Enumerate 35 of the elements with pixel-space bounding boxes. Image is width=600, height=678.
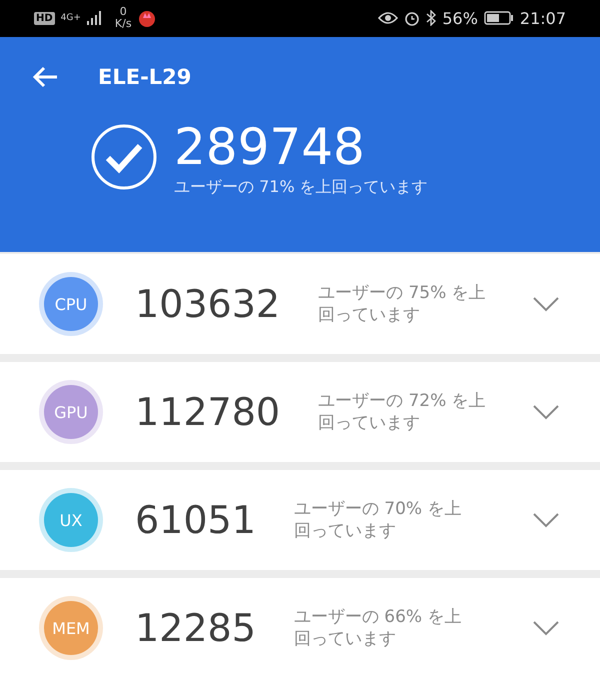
- speed-value: 0: [120, 6, 127, 18]
- category-badge: GPU: [44, 385, 98, 439]
- category-badge: MEM: [44, 601, 98, 655]
- eye-icon: [378, 11, 398, 26]
- hd-indicator: HD: [34, 12, 55, 25]
- chevron-down-icon[interactable]: [532, 512, 560, 528]
- speed-unit: K/s: [114, 18, 132, 30]
- chevron-down-icon[interactable]: [532, 620, 560, 636]
- rank-text: ユーザーの 70% を上回っています: [294, 498, 462, 542]
- result-row[interactable]: CPU 103632 ユーザーの 75% を上回っています: [0, 254, 600, 354]
- rank-text: ユーザーの 72% を上回っています: [318, 390, 487, 434]
- total-rank-text: ユーザーの 71% を上回っています: [174, 176, 428, 198]
- signal-icon: [86, 11, 103, 26]
- category-score: 61051: [135, 498, 256, 542]
- chevron-down-icon[interactable]: [532, 404, 560, 420]
- category-score: 112780: [135, 390, 280, 434]
- total-score: 289748: [174, 116, 366, 177]
- category-score: 103632: [135, 282, 280, 326]
- bluetooth-icon: [426, 10, 436, 26]
- category-score: 12285: [135, 606, 256, 650]
- device-title: ELE-L29: [98, 64, 192, 89]
- category-badge: CPU: [44, 277, 98, 331]
- check-circle-icon: [90, 123, 158, 192]
- rank-text: ユーザーの 66% を上回っています: [294, 606, 462, 650]
- battery-icon: [484, 11, 514, 26]
- back-arrow-icon[interactable]: [32, 66, 58, 88]
- network-type: 4G+: [60, 13, 81, 24]
- result-row[interactable]: GPU 112780 ユーザーの 72% を上回っています: [0, 362, 600, 462]
- clock: 21:07: [520, 8, 566, 28]
- category-badge: UX: [44, 493, 98, 547]
- rank-text: ユーザーの 75% を上回っています: [318, 282, 487, 326]
- result-row[interactable]: UX 61051 ユーザーの 70% を上回っています: [0, 470, 600, 570]
- chevron-down-icon[interactable]: [532, 296, 560, 312]
- battery-percent: 56%: [442, 8, 478, 28]
- result-row[interactable]: MEM 12285 ユーザーの 66% を上回っています: [0, 578, 600, 678]
